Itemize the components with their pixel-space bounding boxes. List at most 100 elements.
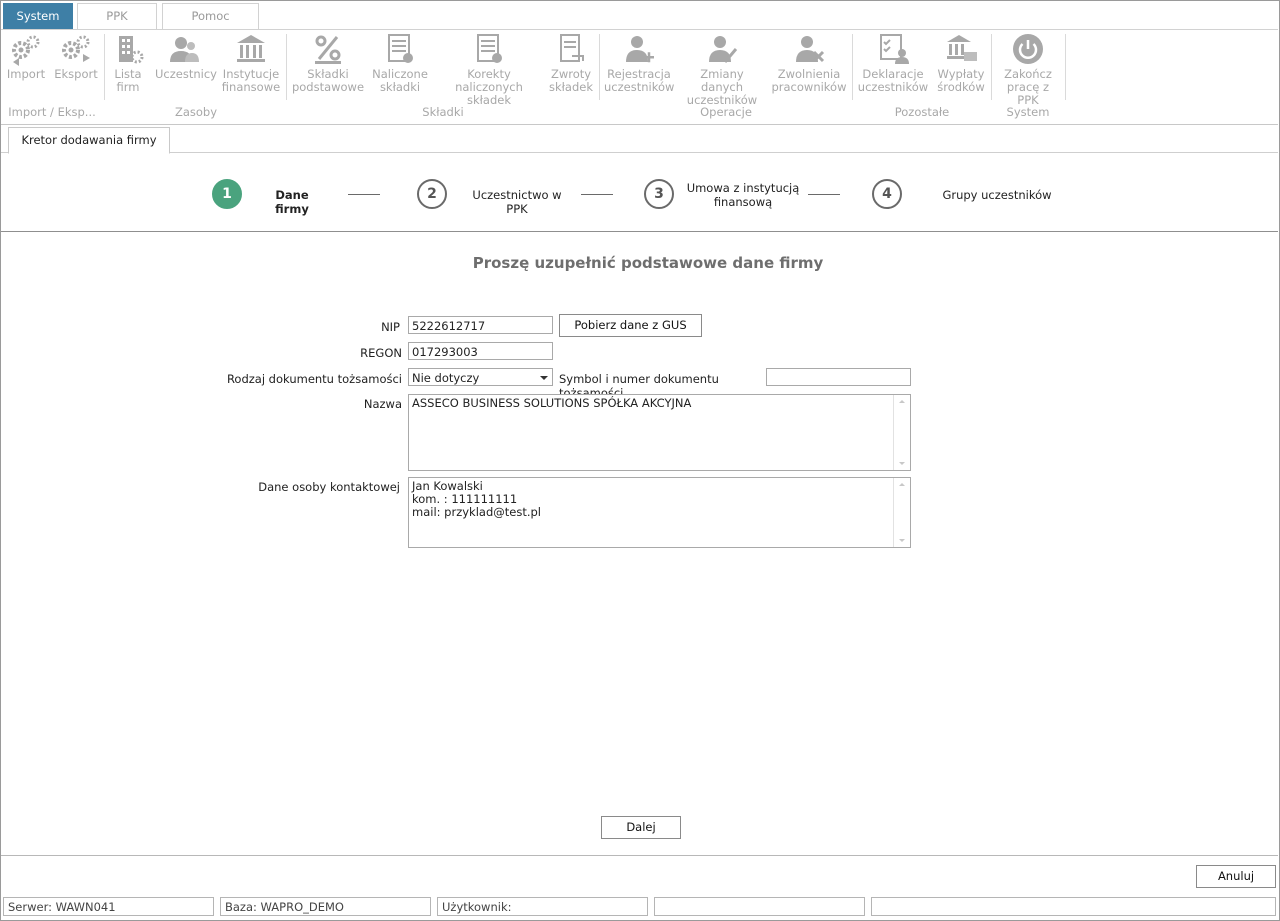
nazwa-label: Nazwa — [363, 397, 402, 411]
status-bar: Serwer: WAWN041 Baza: WAPRO_DEMO Użytkow… — [0, 897, 1280, 919]
chevron-down-icon[interactable] — [540, 376, 548, 380]
contact-line-email: mail: przyklad@test.pl — [412, 505, 541, 519]
bank-money-icon — [947, 35, 977, 61]
bank-icon — [237, 35, 265, 62]
correction-list-icon — [477, 34, 502, 63]
nazwa-value: ASSECO BUSINESS SOLUTIONS SPÓŁKA AKCYJNA — [412, 396, 692, 410]
uczestnicy-label: Uczestnicy — [155, 67, 217, 81]
user-add-icon — [626, 36, 654, 63]
status-server: Serwer: WAWN041 — [3, 897, 214, 916]
zwolnienia-label-2: pracowników — [771, 80, 847, 94]
step-connector — [348, 194, 380, 195]
gears-import-icon — [12, 35, 40, 66]
zwolnienia-button[interactable]: Zwolnienia pracowników — [770, 32, 848, 94]
return-document-icon — [560, 34, 584, 62]
scroll-up-icon[interactable] — [899, 483, 905, 486]
step-3-label-line2: finansową — [713, 195, 773, 209]
naliczone-skladki-button[interactable]: Naliczone składki — [371, 32, 429, 94]
step-3-label-line1: Umowa z instytucją — [686, 181, 800, 195]
group-skladki: Składki — [422, 105, 464, 119]
wyplaty-label-1: Wypłaty — [937, 67, 985, 81]
contact-label: Dane osoby kontaktowej — [258, 480, 400, 494]
doc-type-select[interactable]: Nie dotyczy — [408, 368, 553, 386]
uczestnicy-button[interactable]: Uczestnicy — [155, 32, 217, 81]
eksport-button[interactable]: Eksport — [53, 32, 99, 81]
ribbon-separator — [1065, 34, 1066, 100]
zwolnienia-label-1: Zwolnienia — [777, 67, 841, 81]
contact-textarea[interactable]: Jan Kowalski kom. : 111111111 mail: przy… — [408, 477, 911, 548]
gears-export-icon — [62, 35, 90, 62]
rejestracja-label-2: uczestników — [604, 80, 675, 94]
regon-field[interactable]: 017293003 — [408, 342, 553, 360]
eksport-label: Eksport — [54, 67, 98, 81]
anuluj-button[interactable]: Anuluj — [1196, 865, 1276, 888]
status-user: Użytkownik: — [437, 897, 648, 916]
zwroty-label-2: składek — [548, 80, 593, 94]
zwroty-button[interactable]: Zwroty składek — [548, 32, 594, 94]
contact-line-phone: kom. : 111111111 — [412, 492, 518, 506]
instytucje-label-1: Instytucje — [222, 67, 280, 81]
wyplaty-button[interactable]: Wypłaty środków — [935, 32, 987, 94]
import-button[interactable]: Import — [4, 32, 48, 81]
skladki-podstawowe-label-1: Składki — [307, 67, 349, 81]
deklaracje-label-1: Deklaracje — [862, 67, 924, 81]
status-cell-5 — [871, 897, 1276, 916]
ribbon-separator — [104, 34, 105, 100]
doc-symbol-field[interactable] — [766, 368, 911, 386]
form-heading: Proszę uzupełnić podstawowe dane firmy — [472, 254, 824, 272]
lista-firm-button[interactable]: Lista firm — [108, 32, 148, 94]
percent-icon — [315, 35, 341, 64]
status-cell-4 — [654, 897, 865, 916]
pobierz-dane-gus-button[interactable]: Pobierz dane z GUS — [559, 314, 702, 337]
step-4-label: Grupy uczestników — [942, 188, 1052, 202]
ribbon-toolbar: Import Eksport Lista firm Uczestnicy Ins… — [1, 29, 1278, 125]
doc-type-label: Rodzaj dokumentu tożsamości — [226, 372, 402, 386]
rejestracja-label-1: Rejestracja — [607, 67, 671, 81]
scroll-up-icon[interactable] — [899, 400, 905, 403]
tab-kreator-dodawania-firmy[interactable]: Kretor dodawania firmy — [8, 127, 170, 154]
instytucje-label-2: finansowe — [221, 80, 281, 94]
tab-pomoc[interactable]: Pomoc — [162, 3, 259, 29]
step-2-circle: 2 — [417, 179, 447, 209]
korekty-button[interactable]: Korekty naliczonych składek — [435, 32, 543, 107]
skladki-podstawowe-button[interactable]: Składki podstawowe — [291, 32, 365, 94]
scroll-down-icon[interactable] — [899, 539, 905, 542]
group-system: System — [1006, 105, 1050, 119]
zakoncz-prace-button[interactable]: Zakończ pracę z PPK — [995, 32, 1061, 107]
group-operacje: Operacje — [700, 105, 752, 119]
ribbon-separator — [852, 34, 853, 100]
declaration-checklist-icon — [880, 34, 909, 64]
naliczone-label-2: składki — [379, 80, 421, 94]
zwroty-label-1: Zwroty — [550, 67, 592, 81]
ribbon-separator — [599, 34, 600, 100]
tab-system[interactable]: System — [3, 3, 73, 29]
instytucje-button[interactable]: Instytucje finansowe — [219, 32, 283, 94]
rejestracja-button[interactable]: Rejestracja uczestników — [604, 32, 674, 94]
wizard-steps: 1 Dane firmy 2 Uczestnictwo w PPK 3 Umow… — [0, 160, 1280, 230]
calculated-list-icon — [388, 34, 413, 63]
regon-label: REGON — [360, 346, 402, 360]
ribbon-separator — [991, 34, 992, 100]
step-1-circle: 1 — [212, 179, 242, 209]
step-1-label: Dane firmy — [275, 188, 309, 216]
ribbon-separator — [286, 34, 287, 100]
users-icon — [170, 37, 199, 62]
deklaracje-button[interactable]: Deklaracje uczestników — [857, 32, 929, 94]
nazwa-textarea[interactable]: ASSECO BUSINESS SOLUTIONS SPÓŁKA AKCYJNA — [408, 394, 911, 471]
power-icon — [1013, 34, 1043, 64]
import-label: Import — [6, 67, 46, 81]
doc-type-selected-value: Nie dotyczy — [412, 371, 480, 385]
scroll-down-icon[interactable] — [899, 462, 905, 465]
scrollbar[interactable] — [893, 395, 910, 470]
nip-field[interactable]: 5222612717 — [408, 316, 553, 334]
dalej-button[interactable]: Dalej — [601, 816, 681, 839]
tab-ppk[interactable]: PPK — [77, 3, 157, 31]
bottom-divider — [1, 855, 1278, 856]
deklaracje-label-2: uczestników — [857, 80, 929, 94]
zmiany-danych-button[interactable]: Zmiany danych uczestników — [680, 32, 764, 107]
steps-divider — [1, 231, 1278, 232]
contact-line-name: Jan Kowalski — [412, 479, 483, 493]
group-import-eksport: Import / Eksp... — [8, 105, 96, 119]
lista-firm-label-1: Lista — [114, 67, 142, 81]
scrollbar[interactable] — [893, 478, 910, 547]
